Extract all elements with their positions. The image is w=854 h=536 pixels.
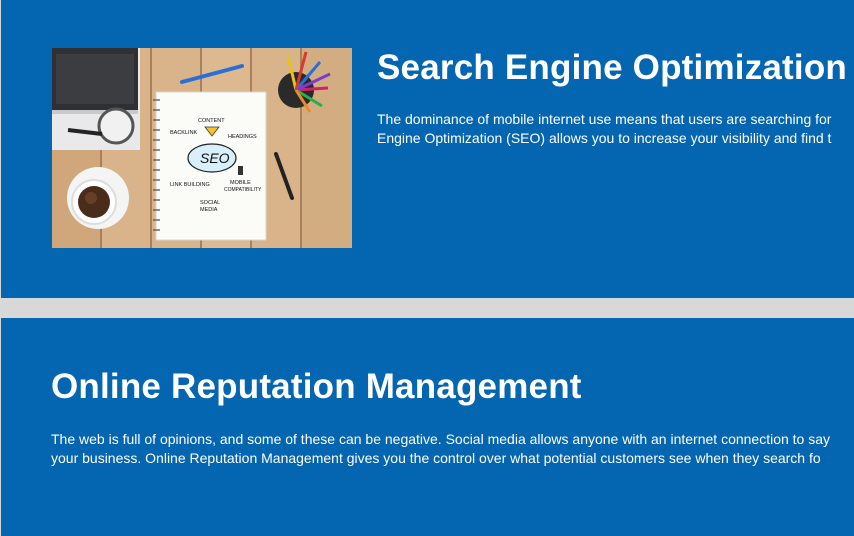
seo-image-seo-text: SEO xyxy=(200,150,230,166)
seo-image-link-building-text: LINK BUILDING xyxy=(170,182,210,188)
seo-section: SEO CONTENT BACKLINK HEADINGS LINK BUILD… xyxy=(0,0,854,298)
seo-description-line-2: Engine Optimization (SEO) allows you to … xyxy=(377,130,832,146)
seo-image-backlink-text: BACKLINK xyxy=(170,130,198,136)
orm-description: The web is full of opinions, and some of… xyxy=(51,430,854,468)
seo-image-mobile-text: MOBILE xyxy=(230,180,251,186)
orm-description-line-1: The web is full of opinions, and some of… xyxy=(51,431,831,447)
seo-image-social-text: SOCIAL xyxy=(200,200,220,206)
orm-description-line-2: your business. Online Reputation Managem… xyxy=(51,450,821,466)
seo-description-line-1: The dominance of mobile internet use mea… xyxy=(377,111,832,127)
seo-image-compatibility-text: COMPATIBILITY xyxy=(224,187,262,193)
seo-image-media-text: MEDIA xyxy=(200,207,218,213)
orm-section xyxy=(0,318,854,536)
seo-description: The dominance of mobile internet use mea… xyxy=(377,110,854,148)
seo-title: Search Engine Optimization xyxy=(377,48,847,87)
seo-image-headings-text: HEADINGS xyxy=(228,134,257,140)
seo-image: SEO CONTENT BACKLINK HEADINGS LINK BUILD… xyxy=(52,48,352,248)
seo-image-content-text: CONTENT xyxy=(198,118,225,124)
section-divider xyxy=(0,298,854,318)
orm-title: Online Reputation Management xyxy=(51,367,582,406)
